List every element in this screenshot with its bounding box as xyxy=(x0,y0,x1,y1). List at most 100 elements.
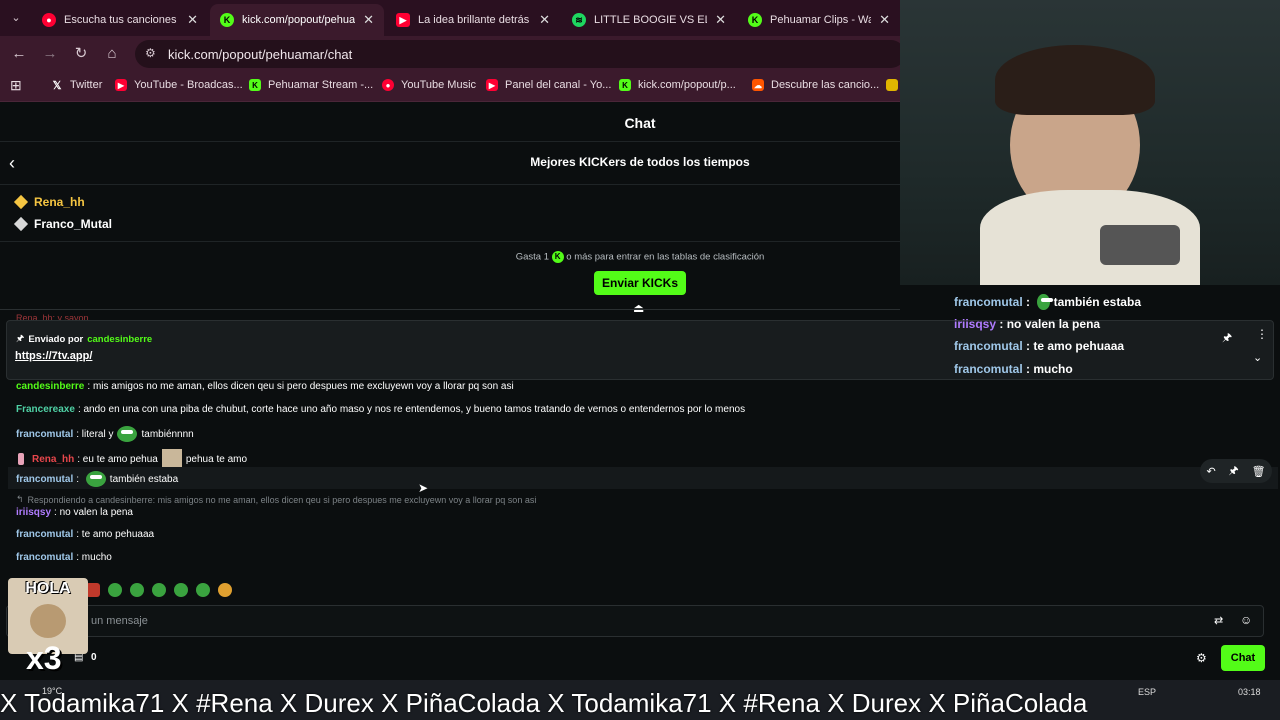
bookmark-youtube-music[interactable]: ● YouTube Music xyxy=(382,79,476,91)
bookmark-label: YouTube - Broadcas... xyxy=(134,79,243,91)
leaderboard-entry[interactable]: Franco_Mutal xyxy=(13,216,113,232)
home-icon[interactable]: ⌂ xyxy=(102,44,122,64)
emote-quick-row xyxy=(86,583,232,597)
bookmark-youtube-broadcast[interactable]: ▶ YouTube - Broadcas... xyxy=(115,79,243,91)
chat-message[interactable]: Francereaxe: ando en una con una piba de… xyxy=(16,404,745,415)
folder-icon xyxy=(886,79,898,91)
collapse-icon[interactable]: ⏏ xyxy=(633,301,644,315)
hola-cat-emote-icon xyxy=(161,449,182,469)
counter: 0 xyxy=(91,652,97,663)
divider xyxy=(0,309,900,310)
pin-icon: 🖈 xyxy=(16,333,25,343)
reply-icon: ↰ xyxy=(16,494,24,504)
close-icon[interactable]: ✕ xyxy=(539,12,550,28)
chat-message[interactable]: Rena_hh: eu te amo pehua pehua te amo xyxy=(18,449,247,469)
chat-username[interactable]: iriisqsy xyxy=(16,507,51,518)
address-url[interactable]: kick.com/popout/pehuamar/chat xyxy=(168,47,352,62)
emote-icon[interactable] xyxy=(218,583,232,597)
chat-message[interactable]: francomutal: literal y tambiénnnn xyxy=(16,426,194,442)
bookmark-panel-canal[interactable]: ▶ Panel del canal - Yo... xyxy=(486,79,611,91)
youtube-icon: ▶ xyxy=(396,13,410,27)
emote-icon[interactable] xyxy=(174,583,188,597)
pin-icon[interactable]: 🖈 xyxy=(1229,462,1239,481)
tab-youtube[interactable]: ▶ La idea brillante detrás d ✕ xyxy=(386,4,560,36)
bookmark-soundcloud[interactable]: ☁ Descubre las cancio... xyxy=(752,79,879,91)
send-kicks-button[interactable]: Enviar KICKs xyxy=(594,271,686,295)
bookmark-label: YouTube Music xyxy=(401,79,477,91)
tab-search-icon[interactable]: ⌄ xyxy=(6,8,26,28)
emote-icon[interactable] xyxy=(108,583,122,597)
emote-icon[interactable] xyxy=(196,583,210,597)
translate-icon[interactable]: ⇄ xyxy=(1214,614,1223,627)
close-icon[interactable]: ✕ xyxy=(187,12,198,28)
tab-spotify[interactable]: ≋ LITTLE BOOGIE VS EL GC ✕ xyxy=(562,4,736,36)
delete-icon[interactable]: 🗑 xyxy=(1252,465,1266,478)
chat-username[interactable]: francomutal xyxy=(16,552,73,563)
apps-icon[interactable]: ⊞ xyxy=(10,77,22,94)
pin-icon[interactable]: 🖈 xyxy=(1222,329,1232,348)
address-bar[interactable]: ⚙ kick.com/popout/pehuamar/chat xyxy=(135,40,905,68)
bookmark-twitter[interactable]: 𝕏 Twitter xyxy=(51,79,103,92)
leaderboard-entry[interactable]: Rena_hh xyxy=(13,194,85,210)
weather-widget[interactable]: 19°C xyxy=(42,686,62,696)
chat-username[interactable]: francomutal xyxy=(16,529,73,540)
pinned-link[interactable]: https://7tv.app/ xyxy=(15,350,92,362)
chat-message[interactable]: francomutal: también estaba xyxy=(16,471,178,487)
leader-name: Franco_Mutal xyxy=(34,217,113,231)
pepe-emote-icon xyxy=(85,471,106,487)
close-icon[interactable]: ✕ xyxy=(363,12,374,28)
more-options-icon[interactable]: ⋮ xyxy=(1256,327,1268,341)
bookmark-kick-popout[interactable]: Kkick.com/popout/p... xyxy=(619,79,736,91)
pepe-emote-icon xyxy=(1037,294,1054,310)
reply-context[interactable]: ↰ Respondiendo a candesinberre: mis amig… xyxy=(16,494,536,505)
emote-icon[interactable] xyxy=(130,583,144,597)
chat-message[interactable]: francomutal: mucho xyxy=(16,552,112,563)
browser-toolbar: ← → ↻ ⌂ ⚙ kick.com/popout/pehuamar/chat xyxy=(0,36,905,72)
chat-username[interactable]: candesinberre xyxy=(16,381,84,392)
tab-kick-chat[interactable]: K kick.com/popout/pehuar ✕ xyxy=(210,4,384,36)
bookmark-label: Descubre las cancio... xyxy=(771,79,880,91)
bookmark-pehuamar-stream[interactable]: K Pehuamar Stream -... xyxy=(249,79,373,91)
tab-kick-clips[interactable]: K Pehuamar Clips - Watch ✕ xyxy=(738,4,900,36)
clock[interactable]: 03:18 xyxy=(1238,687,1261,697)
kicks-prompt-post: o más para entrar en las tablas de clasi… xyxy=(566,251,765,263)
soundcloud-icon: ☁ xyxy=(752,79,764,91)
emote-icon[interactable] xyxy=(152,583,166,597)
bookmark-label: Panel del canal - Yo... xyxy=(505,79,612,91)
send-chat-button[interactable]: Chat xyxy=(1221,645,1265,671)
chat-message[interactable]: iriisqsy: no valen la pena xyxy=(16,507,133,518)
chat-message[interactable]: candesinberre: mis amigos no me aman, el… xyxy=(16,381,514,392)
language-indicator[interactable]: ESP xyxy=(1138,687,1156,697)
overlay-chat-row: iriisqsy : no valen la pena xyxy=(954,317,1101,331)
overlay-chat-row: francomutal : también estaba xyxy=(954,294,1141,310)
reload-icon[interactable]: ↻ xyxy=(71,44,91,64)
emoji-icon[interactable]: ☺ xyxy=(1240,613,1252,627)
chat-username[interactable]: Francereaxe xyxy=(16,404,75,415)
kicks-prompt-pre: Gasta 1 xyxy=(515,251,549,263)
bookmark-label: kick.com/popout/p... xyxy=(638,79,736,91)
chat-text: también estaba xyxy=(109,473,179,485)
emote-icon[interactable] xyxy=(86,583,100,597)
close-icon[interactable]: ✕ xyxy=(715,12,726,28)
chat-text: pehua te amo xyxy=(185,453,248,465)
chat-username[interactable]: francomutal xyxy=(16,429,73,440)
tab-title: Pehuamar Clips - Watch xyxy=(770,14,872,26)
close-icon[interactable]: ✕ xyxy=(879,12,890,28)
chat-username[interactable]: francomutal xyxy=(16,474,73,485)
pinned-by-label: Enviado por xyxy=(28,333,84,345)
forward-icon[interactable]: → xyxy=(40,44,60,64)
youtube-icon: ▶ xyxy=(486,79,498,91)
settings-gear-icon[interactable]: ⚙ xyxy=(1196,651,1207,665)
bookmarks-bar: ⊞ 𝕏 Twitter ▶ YouTube - Broadcas... K Pehua… xyxy=(0,72,900,102)
back-icon[interactable]: ← xyxy=(9,44,29,64)
chat-message[interactable]: francomutal: te amo pehuaaa xyxy=(16,529,154,540)
pinned-user[interactable]: candesinberre xyxy=(87,334,152,345)
site-settings-icon[interactable]: ⚙ xyxy=(145,46,156,60)
chat-text: eu te amo pehua xyxy=(82,453,158,465)
chat-username[interactable]: Rena_hh xyxy=(32,454,74,465)
chevron-down-icon[interactable]: ⌄ xyxy=(1253,351,1262,364)
reply-icon[interactable]: ↶ xyxy=(1206,465,1215,478)
tab-youtube-music[interactable]: ● Escucha tus canciones y ✕ xyxy=(32,4,208,36)
chat-input[interactable]: un mensaje ⇄ ☺ xyxy=(6,605,1264,637)
bookmark-label: Pehuamar Stream -... xyxy=(268,79,374,91)
